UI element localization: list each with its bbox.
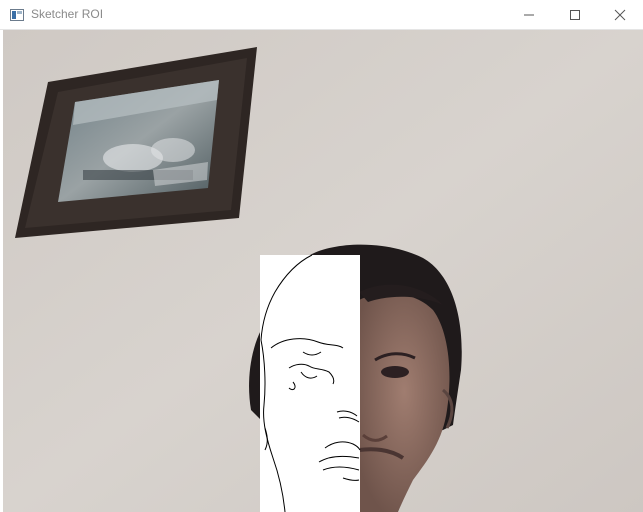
sketch-roi xyxy=(260,254,361,512)
maximize-button[interactable] xyxy=(552,0,598,29)
close-button[interactable] xyxy=(597,0,643,29)
camera-frame-image xyxy=(3,30,643,512)
close-icon xyxy=(614,9,626,21)
title-bar[interactable]: Sketcher ROI xyxy=(0,0,643,30)
maximize-icon xyxy=(570,10,580,20)
opencv-window-icon xyxy=(10,8,24,21)
minimize-button[interactable] xyxy=(506,0,552,29)
minimize-icon xyxy=(524,14,534,16)
camera-view xyxy=(3,30,643,512)
sketcher-window: Sketcher ROI xyxy=(0,0,643,512)
window-title: Sketcher ROI xyxy=(31,7,104,21)
